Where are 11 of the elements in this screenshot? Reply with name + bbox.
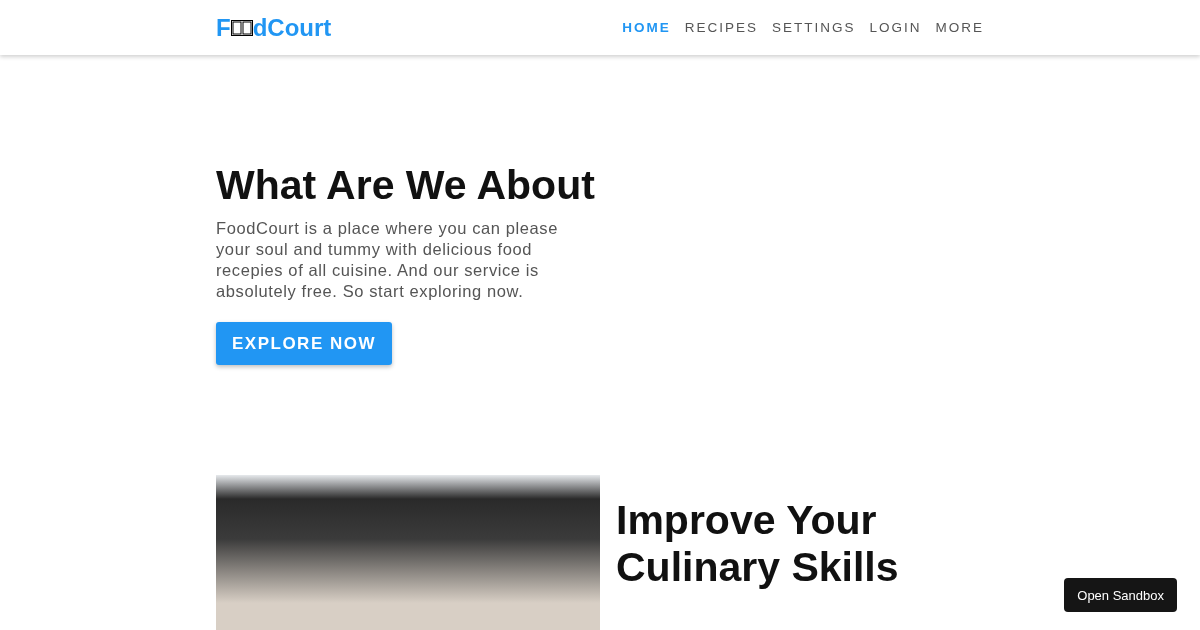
section-title: Improve Your Culinary Skills bbox=[616, 497, 900, 593]
nav-link[interactable]: RECIPES bbox=[684, 20, 758, 35]
section-title: What Are We About bbox=[216, 163, 596, 209]
open-sandbox-button[interactable]: Open Sandbox bbox=[1064, 578, 1177, 612]
about-text: FoodCourt is a place where you can please your soul and tummy with delicious food recepies of all cuisine. And our service is absolutely free. So start exploring now. bbox=[216, 218, 559, 303]
missing-glyph-icon bbox=[230, 19, 253, 36]
logo-text: F bbox=[216, 13, 231, 42]
nav-link[interactable]: LOGIN bbox=[869, 20, 922, 35]
nav-link[interactable]: MORE bbox=[935, 20, 984, 35]
logo-text: dCourt bbox=[252, 13, 332, 42]
nav-link[interactable]: SETTINGS bbox=[771, 20, 856, 35]
